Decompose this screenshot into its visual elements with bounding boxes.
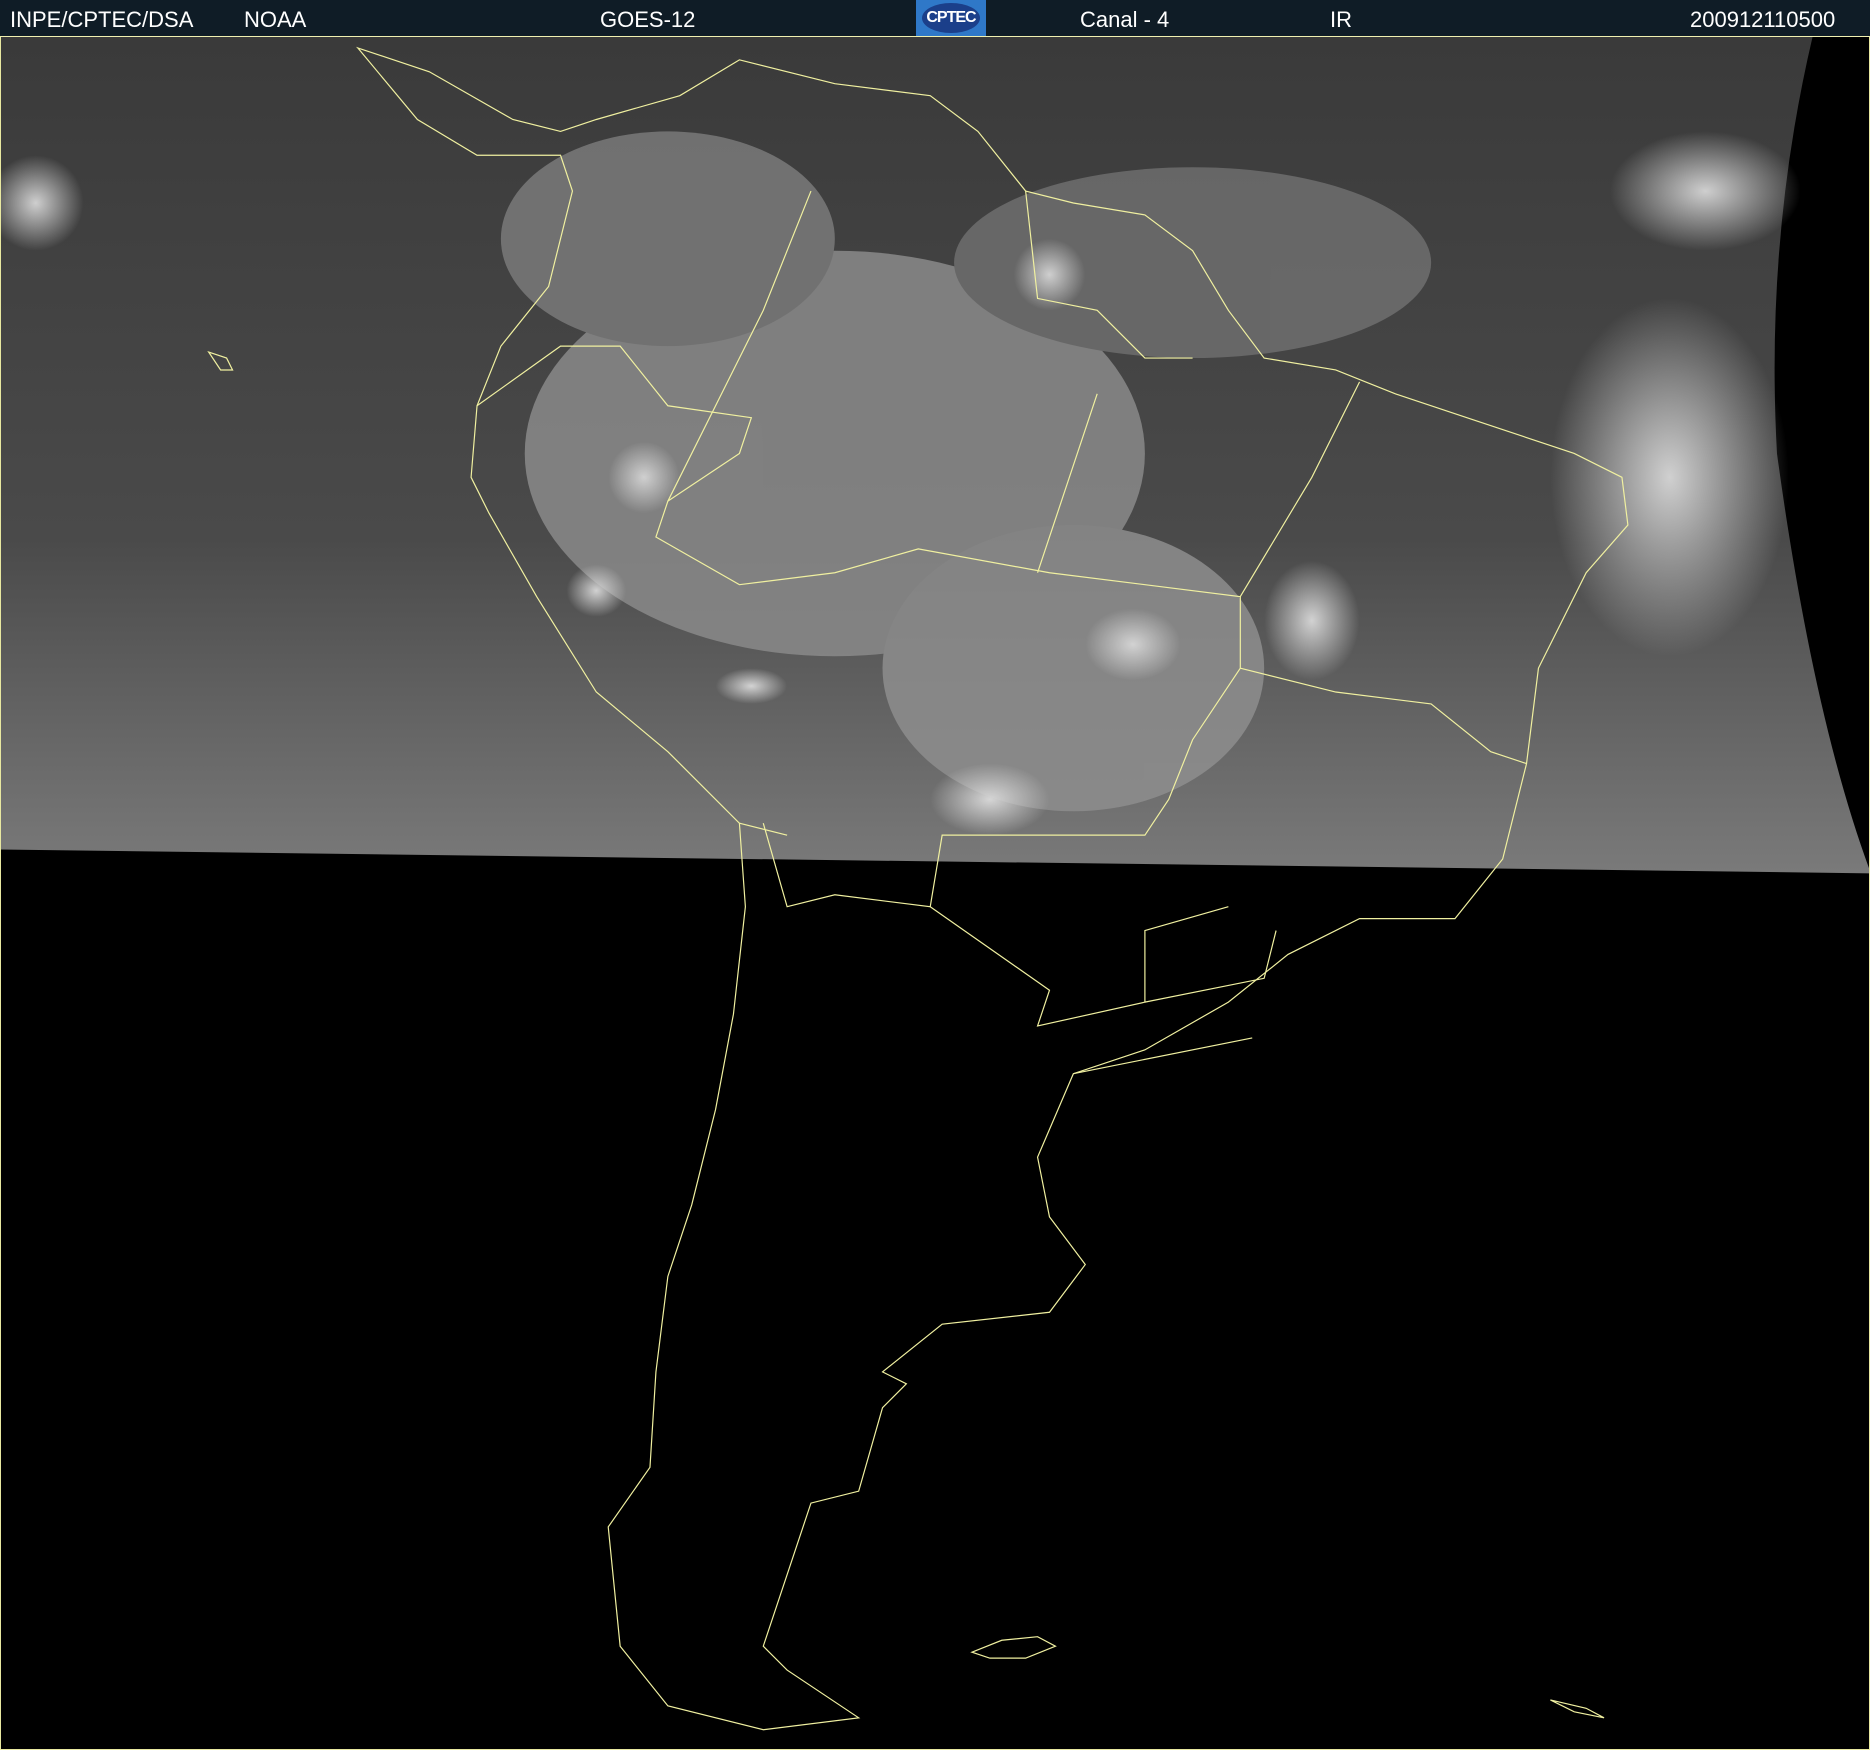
cptec-logo: CPTEC <box>916 0 986 36</box>
source-label: INPE/CPTEC/DSA <box>10 7 194 32</box>
timestamp-label: 200912110500 <box>1690 7 1836 32</box>
satellite-label: GOES-12 <box>600 7 696 32</box>
cptec-logo-text: CPTEC <box>922 3 980 33</box>
image-header: INPE/CPTEC/DSA NOAA GOES-12 CPTEC Canal … <box>0 0 1870 36</box>
channel-label: Canal - 4 <box>1080 7 1170 32</box>
agency-label: NOAA <box>244 7 307 32</box>
image-frame <box>0 36 1870 1750</box>
band-label: IR <box>1330 7 1352 32</box>
